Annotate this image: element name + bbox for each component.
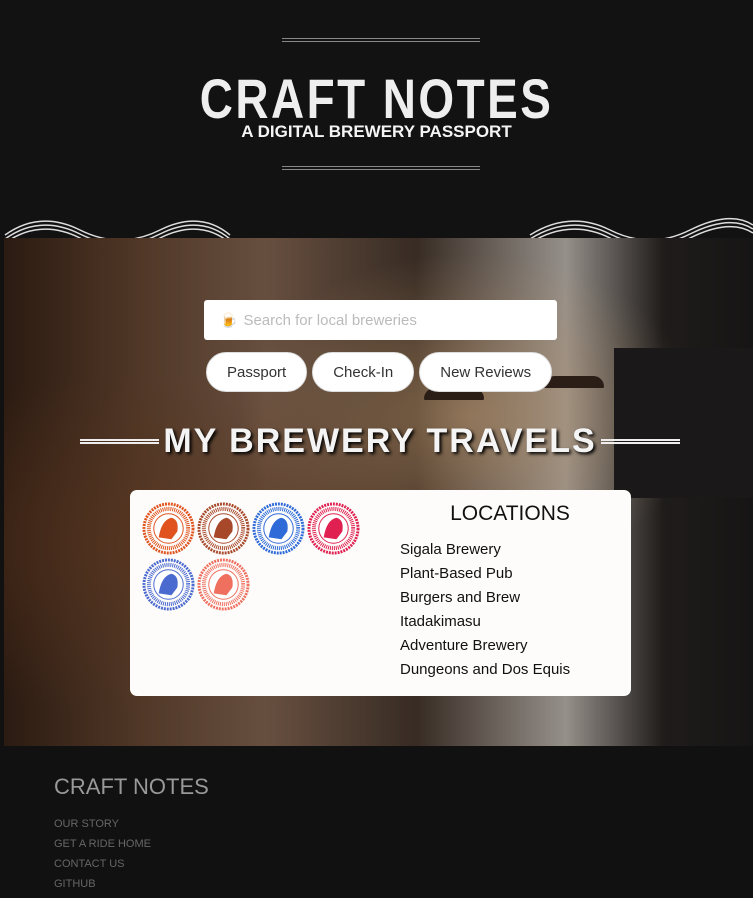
footer-link-ride-home[interactable]: GET A RIDE HOME [54, 834, 151, 854]
stamp-grid [142, 502, 372, 611]
footer-link-contact[interactable]: CONTACT US [54, 854, 151, 874]
brewery-stamp-icon[interactable] [197, 558, 250, 611]
brewery-stamp-icon[interactable] [142, 502, 195, 555]
brewery-stamp-icon[interactable] [307, 502, 360, 555]
lamp-image [544, 376, 604, 388]
new-reviews-button[interactable]: New Reviews [419, 352, 553, 392]
search-input[interactable] [243, 311, 544, 329]
search-bar[interactable]: 🍺 [204, 300, 557, 340]
footer-link-github[interactable]: GITHUB [54, 874, 151, 894]
location-item[interactable]: Adventure Brewery [400, 634, 620, 658]
location-item[interactable]: Burgers and Brew [400, 586, 620, 610]
beer-mug-icon: 🍺 [220, 311, 238, 328]
divider [282, 166, 480, 170]
site-subtitle: A DIGITAL BREWERY PASSPORT [241, 122, 512, 141]
section-title: MY BREWERY TRAVELS [163, 422, 597, 460]
passport-button[interactable]: Passport [206, 352, 308, 392]
locations-title: LOCATIONS [450, 502, 570, 525]
divider [282, 38, 480, 42]
brewery-stamp-icon[interactable] [197, 502, 250, 555]
footer-link-our-story[interactable]: OUR STORY [54, 814, 151, 834]
footer-title: CRAFT NOTES [54, 774, 209, 799]
check-in-button[interactable]: Check-In [312, 352, 415, 392]
section-heading: MY BREWERY TRAVELS [80, 422, 680, 461]
footer: CRAFT NOTES OUR STORY GET A RIDE HOME CO… [0, 746, 753, 898]
divider [600, 439, 680, 444]
passport-card: LOCATIONS Sigala Brewery Plant-Based Pub… [130, 490, 631, 696]
header: CRAFT NOTES A DIGITAL BREWERY PASSPORT [0, 0, 753, 245]
location-item[interactable]: Dungeons and Dos Equis [400, 658, 620, 682]
brewery-stamp-icon[interactable] [252, 502, 305, 555]
nav-buttons: Passport Check-In New Reviews [206, 352, 553, 392]
location-item[interactable]: Plant-Based Pub [400, 562, 620, 586]
location-item[interactable]: Sigala Brewery [400, 538, 620, 562]
brewery-stamp-icon[interactable] [142, 558, 195, 611]
locations-panel: LOCATIONS Sigala Brewery Plant-Based Pub… [400, 502, 620, 682]
location-item[interactable]: Itadakimasu [400, 610, 620, 634]
divider [80, 439, 160, 444]
